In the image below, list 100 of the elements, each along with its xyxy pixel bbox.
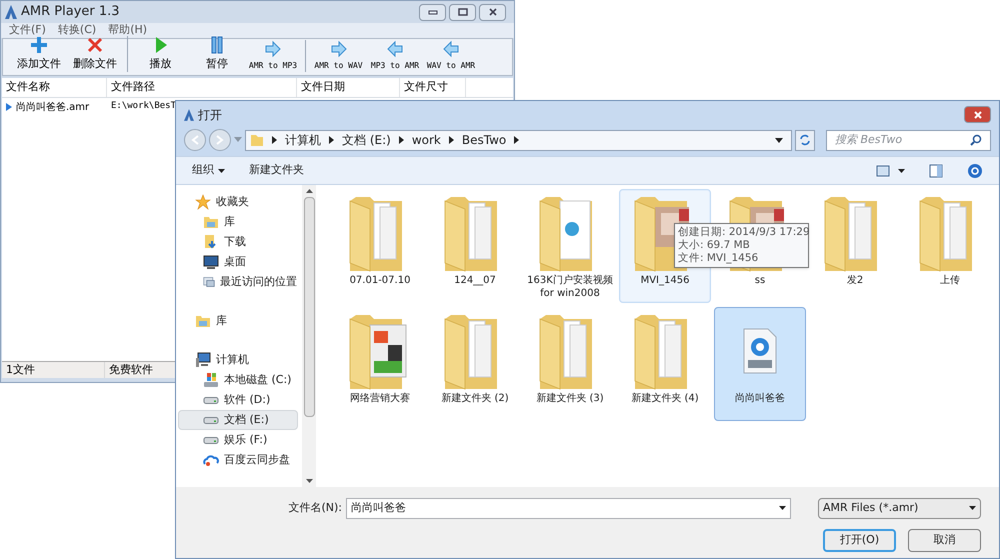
toolbar-button[interactable]: AMR to MP3 (245, 40, 301, 72)
file-name: 网络营销大赛 (349, 392, 411, 405)
chevron-icon (398, 136, 404, 144)
column-header[interactable]: 文件日期 (297, 78, 400, 97)
column-header[interactable]: 文件名称 (2, 78, 107, 97)
view-icon (876, 164, 890, 176)
delete-icon (86, 36, 104, 54)
file-name: 07.01-07.10 (348, 274, 412, 287)
nav-item[interactable]: 娱乐 (F:) (178, 430, 298, 450)
breadcrumb-item[interactable]: 文档 (E:) (342, 131, 391, 149)
nav-item[interactable]: 文档 (E:) (178, 410, 298, 430)
close-button[interactable] (964, 106, 991, 123)
file-name: 163K门户安装视频 for win2008 (526, 274, 614, 300)
caret-icon (234, 137, 242, 143)
filename-box[interactable]: 尚尚叫爸爸 (346, 498, 791, 518)
breadcrumb-item[interactable]: BesTwo (462, 131, 506, 149)
right-arrow-icon (330, 40, 348, 58)
toolbar-button[interactable]: 播放 (127, 36, 189, 72)
desktop-icon (203, 254, 219, 270)
chevron-icon (514, 136, 520, 144)
computer-icon (195, 352, 211, 368)
column-header[interactable]: 文件路径 (107, 78, 297, 97)
file-item[interactable]: 新建文件夹 (2) (429, 307, 521, 421)
toolbar-button[interactable]: MP3 to AMR (367, 40, 423, 72)
nav-item[interactable]: 百度云同步盘 (178, 450, 298, 470)
library-icon (195, 313, 211, 329)
dialog-button[interactable]: 取消 (908, 529, 981, 552)
toolbar-button[interactable]: 暂停 (189, 36, 245, 72)
scroll-thumb[interactable] (304, 197, 314, 417)
preview-pane-icon (929, 164, 943, 178)
star-icon (195, 194, 211, 210)
search-box[interactable]: 搜索 BesTwo (826, 130, 991, 150)
library-icon (203, 214, 219, 230)
caret-icon (898, 168, 905, 172)
help-button[interactable] (967, 162, 983, 178)
chevron-icon (448, 136, 454, 144)
nav-item[interactable]: 软件 (D:) (178, 390, 298, 410)
maximize-button[interactable] (449, 4, 476, 20)
command-button[interactable]: 新建文件夹 (249, 162, 304, 179)
chevron-icon (329, 136, 334, 144)
scrollbar[interactable] (302, 185, 316, 487)
chevron-icon (272, 136, 277, 144)
preview-pane-button[interactable] (929, 164, 943, 178)
file-item[interactable]: 新建文件夹 (3) (524, 307, 616, 421)
tooltip-line: 文件: MVI_1456 (678, 252, 760, 265)
window-title: AMR Player 1.3 (21, 3, 121, 22)
command-button[interactable]: 组织 (192, 162, 225, 179)
folder-icon (250, 133, 264, 147)
toolbar-button[interactable]: AMR to WAV (305, 40, 367, 72)
view-button[interactable] (876, 164, 905, 176)
dialog-button[interactable]: 打开(O) (823, 529, 896, 552)
breadcrumb-item[interactable]: work (412, 131, 441, 149)
filename-field[interactable]: 尚尚叫爸爸 (351, 500, 779, 516)
file-name: 尚尚叫爸爸 (734, 392, 786, 405)
file-type-dropdown[interactable]: AMR Files (*.amr) (818, 498, 981, 518)
close-icon (972, 110, 982, 118)
toolbar-button[interactable]: WAV to AMR (423, 40, 479, 72)
close-button[interactable] (479, 4, 506, 20)
file-item[interactable]: 尚尚叫爸爸 (714, 307, 806, 421)
windows-drive-icon (203, 372, 219, 388)
nav-item[interactable]: 最近访问的位置 (178, 272, 298, 292)
file-item[interactable]: 网络营销大赛 (334, 307, 426, 421)
nav-item[interactable]: 库 (178, 311, 298, 331)
minimize-button[interactable] (419, 4, 446, 20)
file-name: ss (754, 274, 766, 287)
drive-icon (203, 396, 219, 404)
file-name: MVI_1456 (640, 274, 690, 287)
play-indicator-icon (6, 103, 12, 111)
refresh-icon (799, 134, 811, 146)
nav-item[interactable]: 桌面 (178, 252, 298, 272)
file-item[interactable]: 124__07 (429, 189, 521, 303)
search-icon (970, 134, 982, 146)
caret-icon (218, 168, 225, 172)
drive-icon (203, 416, 219, 424)
refresh-button[interactable] (795, 130, 815, 150)
breadcrumb-item[interactable]: 计算机 (285, 131, 321, 149)
help-icon (967, 162, 983, 178)
file-item[interactable]: 发2 (809, 189, 901, 303)
left-arrow-icon (386, 40, 404, 58)
file-name: 新建文件夹 (4) (630, 392, 700, 405)
nav-item[interactable]: 下载 (178, 232, 298, 252)
search-field[interactable]: 搜索 BesTwo (835, 132, 970, 148)
file-item[interactable]: 上传 (904, 189, 996, 303)
filename-label: 文件名(N): (287, 500, 343, 516)
file-item[interactable]: 163K门户安装视频 for win2008 (524, 189, 616, 303)
nav-item[interactable]: 收藏夹 (178, 192, 298, 212)
tooltip-line: 大小: 69.7 MB (678, 239, 751, 252)
file-name: 上传 (939, 274, 961, 287)
caret-icon (775, 138, 783, 142)
address-bar[interactable]: 计算机 文档 (E:) work BesTwo (245, 130, 792, 150)
nav-item[interactable]: 库 (178, 212, 298, 232)
app-logo-icon (184, 108, 194, 120)
drive-icon (203, 436, 219, 444)
file-item[interactable]: 07.01-07.10 (334, 189, 426, 303)
app-logo-icon (5, 5, 17, 19)
file-item[interactable]: 新建文件夹 (4) (619, 307, 711, 421)
column-header[interactable]: 文件尺寸 (400, 78, 466, 97)
table-cell-text: E:\work\BesT (110, 100, 178, 114)
dialog-title: 打开 (198, 106, 223, 124)
recent-places-icon (203, 274, 215, 290)
